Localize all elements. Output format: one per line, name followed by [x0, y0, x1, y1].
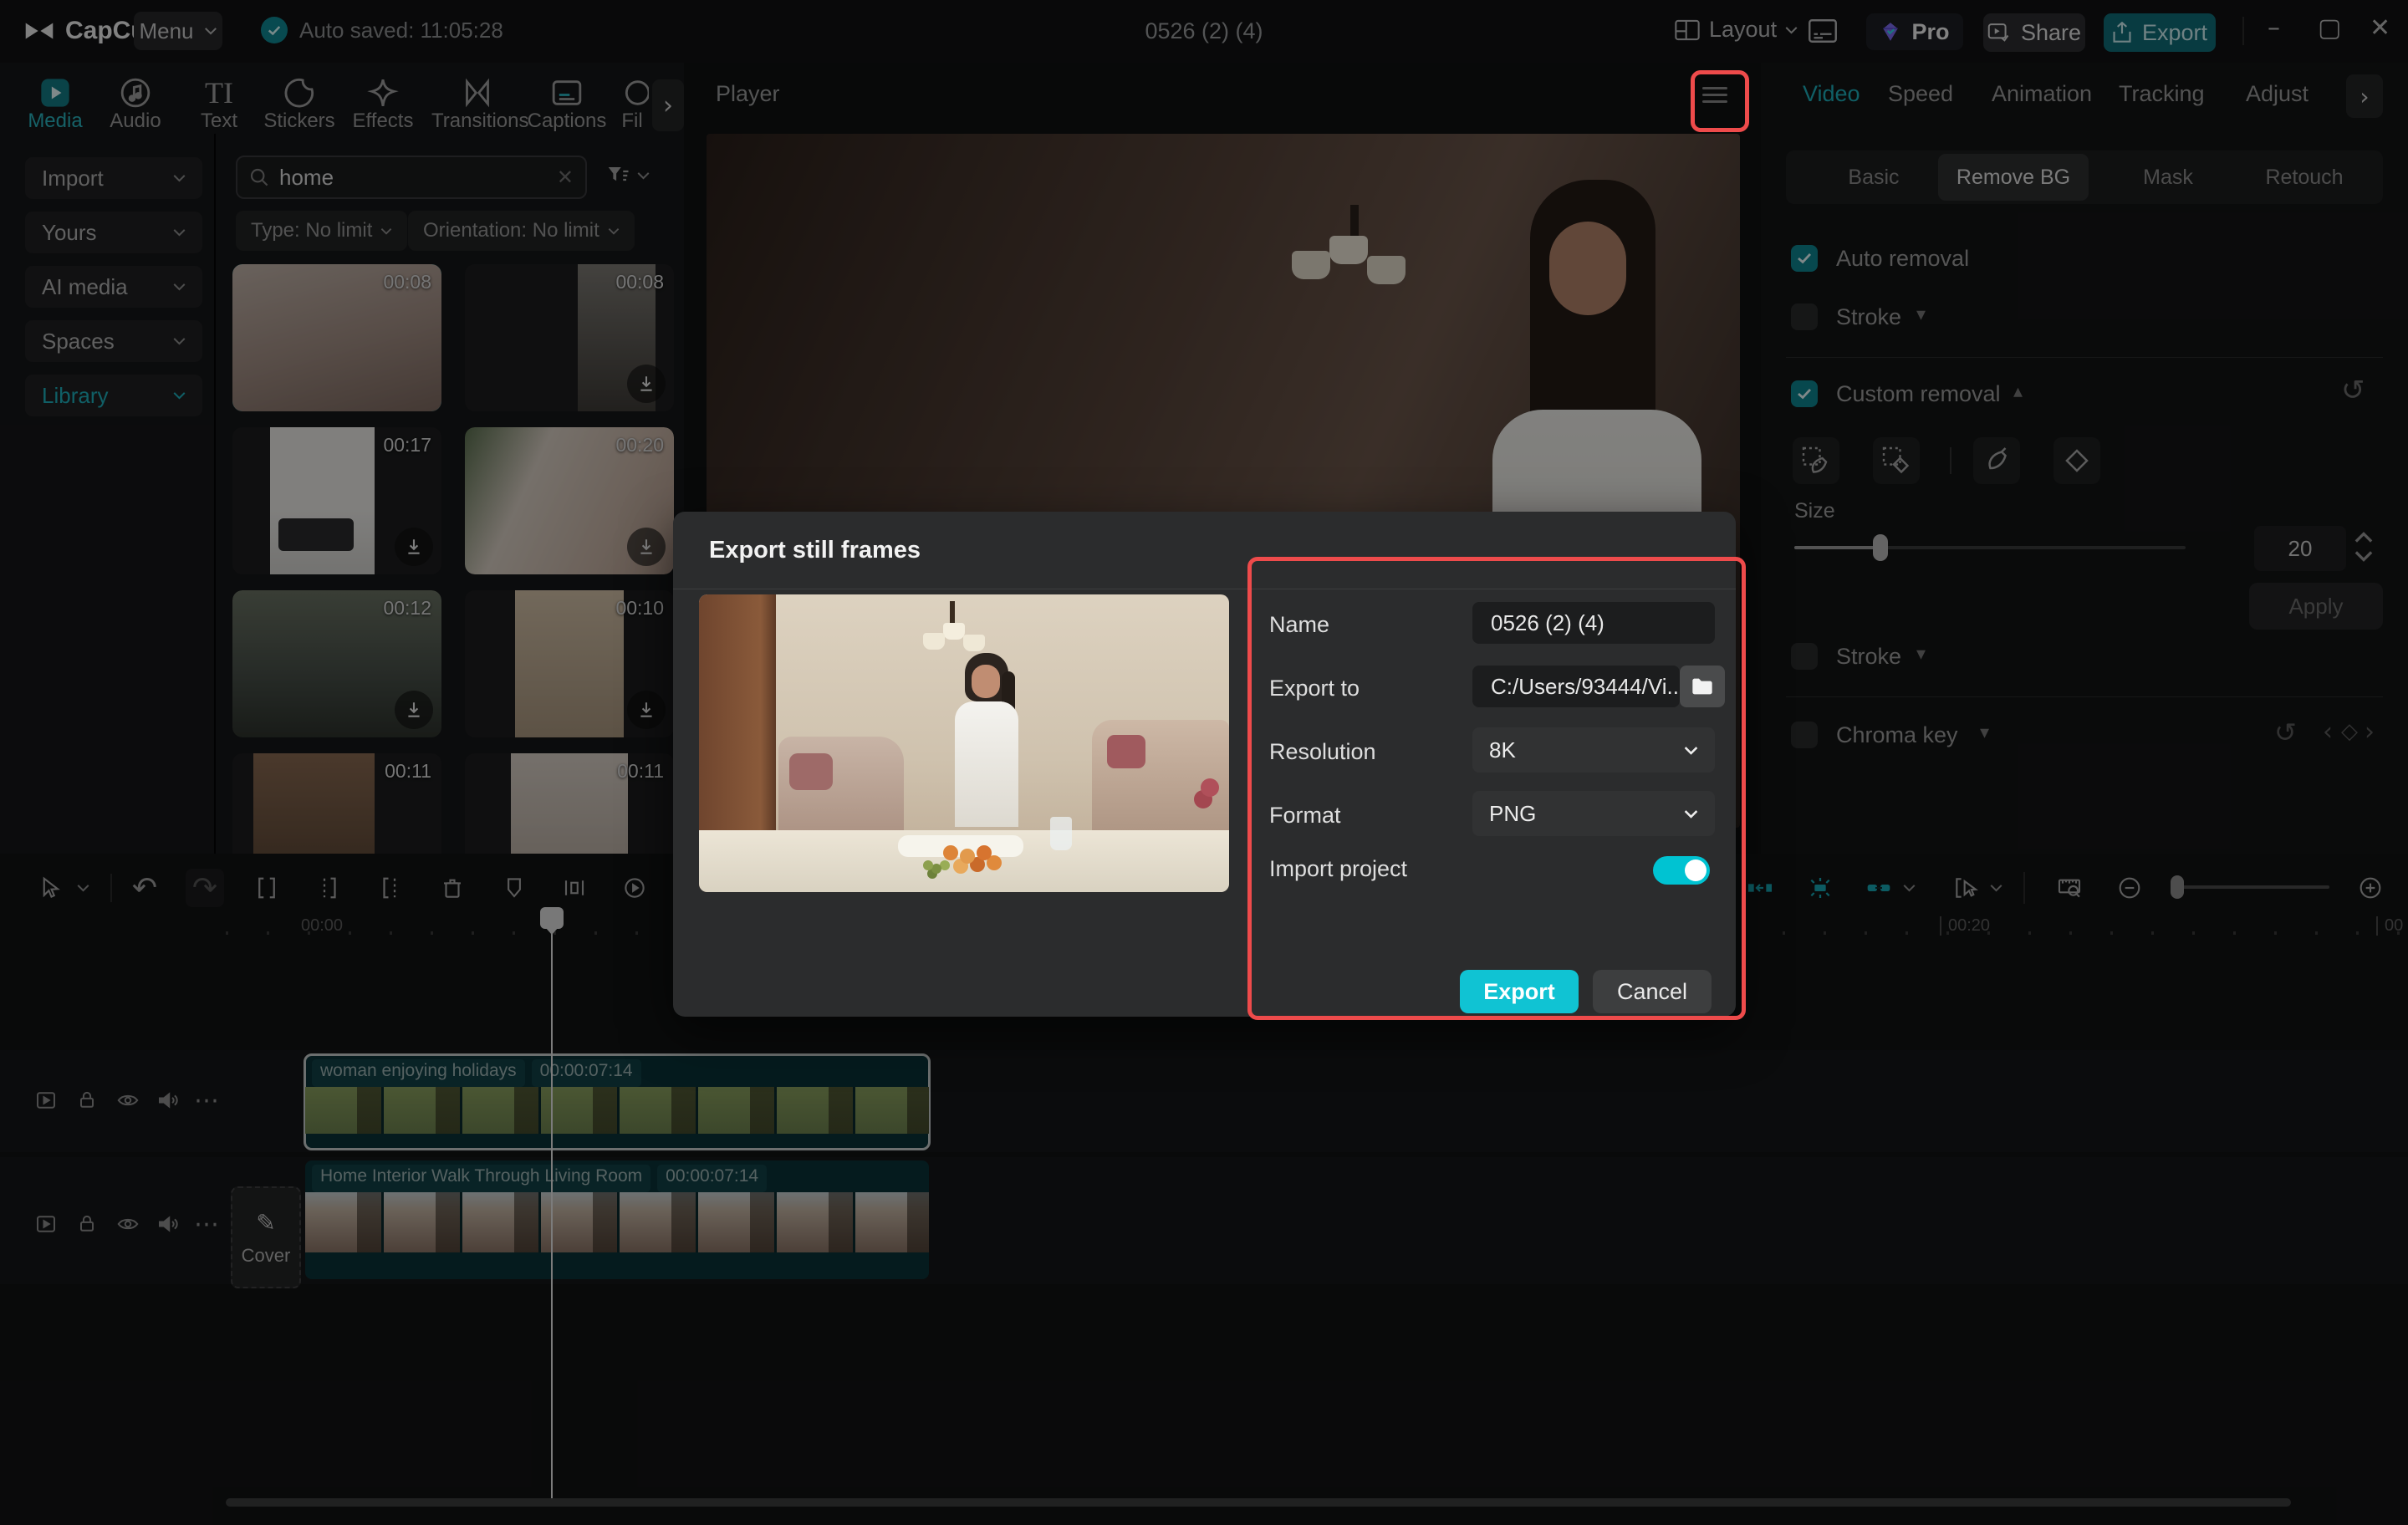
annotation-dialog-highlight [1247, 557, 1746, 1020]
person-body [955, 701, 1018, 827]
capcut-app: CapCut Menu Auto saved: 11:05:28 0526 (2… [0, 0, 2408, 1525]
scene-flowers [1201, 778, 1219, 797]
scene-detail [950, 601, 955, 636]
scene-grapes [923, 860, 933, 870]
scene-pillow [789, 753, 833, 790]
scene-glass [1050, 817, 1072, 850]
frame-preview-image [699, 594, 1229, 892]
person-face [972, 665, 1000, 698]
scene-pillow [1107, 735, 1145, 768]
chandelier [923, 633, 945, 650]
scene-paper [898, 835, 1023, 857]
annotation-player-menu-highlight [1691, 70, 1749, 132]
dialog-title: Export still frames [709, 537, 921, 564]
scene-fruit [943, 845, 958, 860]
